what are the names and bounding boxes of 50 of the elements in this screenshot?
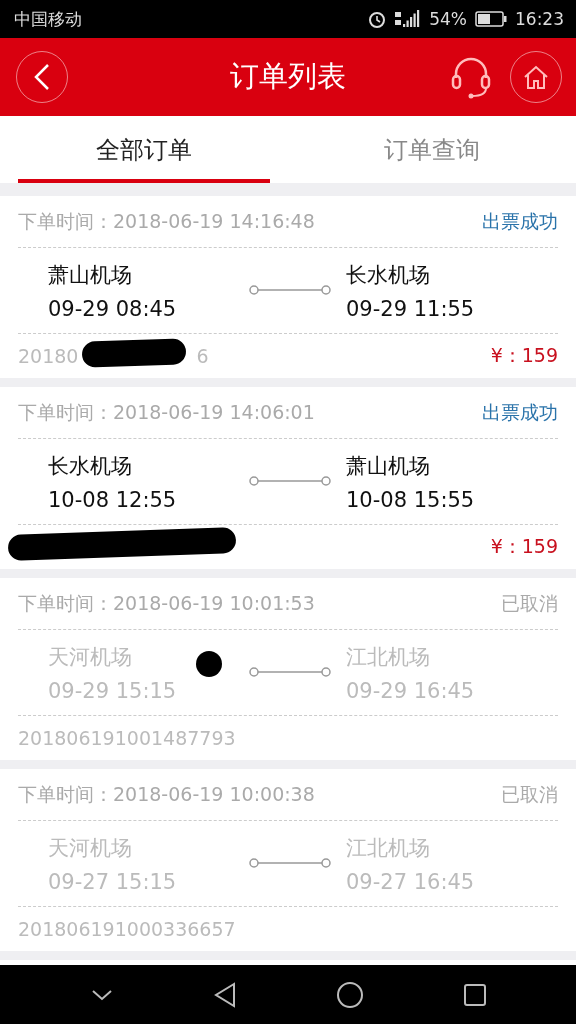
order-number: 201806191000336657 xyxy=(18,918,236,940)
back-icon[interactable] xyxy=(212,980,237,1009)
departure-time: 10-08 12:55 xyxy=(48,487,178,512)
tab[interactable]: 订单查询 xyxy=(288,116,576,183)
battery-percent: 54% xyxy=(429,9,467,29)
order-card[interactable]: 下单时间：2018-06-19 14:06:01 出票成功 长水机场 10-08 12:55 萧山机场 10-08 15:55 ¥：159 xyxy=(0,387,576,569)
chevron-left-icon xyxy=(32,62,52,92)
order-time: 下单时间：2018-06-19 14:06:01 xyxy=(18,399,315,425)
arrival-time: 10-08 15:55 xyxy=(346,487,476,512)
carrier-name: 中国移动 xyxy=(14,7,82,31)
recent-apps-icon[interactable] xyxy=(462,982,487,1007)
arrival-time: 09-29 16:45 xyxy=(346,678,476,703)
order-number: 20180 xyxy=(18,345,79,367)
arrival-time: 09-29 11:55 xyxy=(346,296,476,321)
order-number: 6 xyxy=(196,345,209,367)
departure-time: 09-29 08:45 xyxy=(48,296,178,321)
arrival-airport: 江北机场 xyxy=(346,834,431,862)
departure-airport: 天河机场 xyxy=(48,643,133,671)
order-status: 出票成功 xyxy=(482,399,558,425)
route-line-icon xyxy=(248,284,332,296)
alarm-icon xyxy=(367,9,388,29)
order-time: 下单时间：2018-06-19 10:00:38 xyxy=(18,781,315,807)
order-status: 已取消 xyxy=(501,590,558,616)
tab[interactable]: 全部订单 xyxy=(0,116,288,183)
order-status: 已取消 xyxy=(501,781,558,807)
departure-time: 09-29 15:15 xyxy=(48,678,178,703)
order-number: 201806191001487793 xyxy=(18,727,236,749)
clock-time: 16:23 xyxy=(515,9,564,29)
house-icon xyxy=(522,63,550,91)
departure-airport: 天河机场 xyxy=(48,834,133,862)
home-icon[interactable] xyxy=(335,980,364,1009)
order-status: 出票成功 xyxy=(482,208,558,234)
departure-airport: 萧山机场 xyxy=(48,261,133,289)
order-price: ¥：159 xyxy=(490,534,558,559)
departure-time: 09-27 15:15 xyxy=(48,869,178,894)
route-line-icon xyxy=(248,857,332,869)
arrival-airport: 江北机场 xyxy=(346,643,431,671)
order-card[interactable]: 下单时间：2018-06-19 14:16:48 出票成功 萧山机场 09-29 08:45 长水机场 09-29 11:55 20180 6 ¥：159 xyxy=(0,196,576,378)
order-time: 下单时间：2018-06-19 10:01:53 xyxy=(18,590,315,616)
signal-icon xyxy=(395,9,422,29)
page-title: 订单列表 xyxy=(229,58,347,95)
route-line-icon xyxy=(248,475,332,487)
arrival-airport: 萧山机场 xyxy=(346,452,431,480)
departure-airport: 长水机场 xyxy=(48,452,133,480)
order-time: 下单时间：2018-06-19 14:16:48 xyxy=(18,208,315,234)
arrival-airport: 长水机场 xyxy=(346,261,431,289)
order-price: ¥：159 xyxy=(490,343,558,368)
battery-icon xyxy=(475,11,507,27)
arrival-time: 09-27 16:45 xyxy=(346,869,476,894)
route-line-icon xyxy=(248,666,332,678)
